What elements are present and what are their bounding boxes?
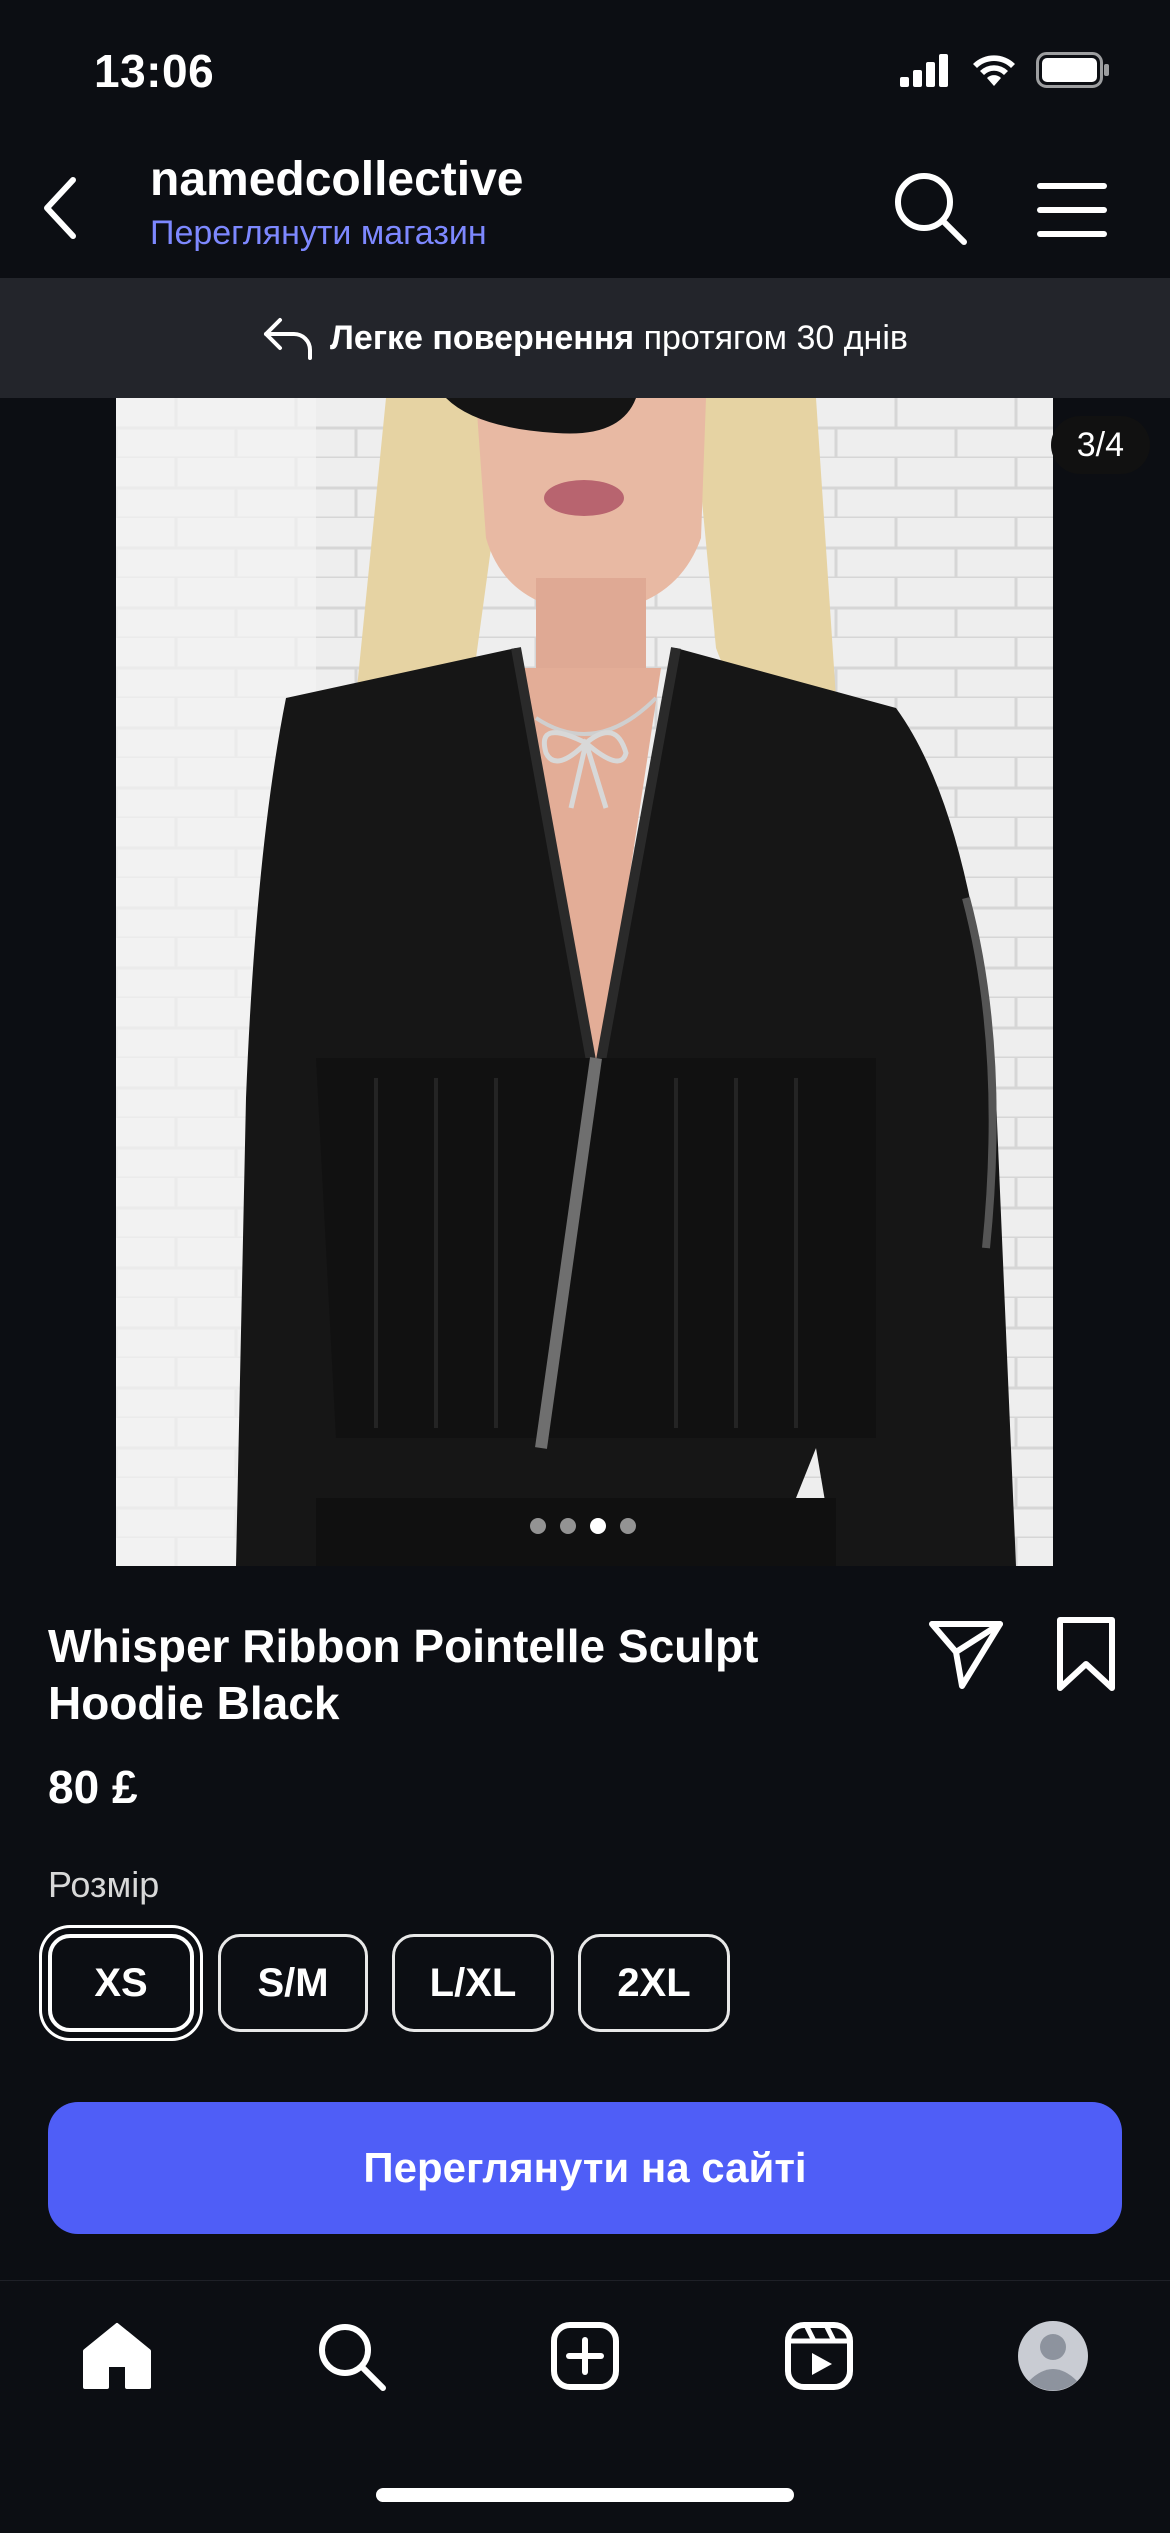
size-option-xs[interactable]: XS [48,1934,194,2032]
search-button[interactable] [890,168,970,248]
returns-banner-bold: Легке повернення [330,318,635,357]
product-price: 80 £ [48,1761,138,1813]
nav-create[interactable] [545,2316,625,2396]
menu-button[interactable] [1032,172,1112,248]
home-indicator[interactable] [376,2488,794,2502]
status-time: 13:06 [94,45,215,97]
view-shop-link[interactable]: Переглянути магазин [150,214,487,253]
nav-search[interactable] [311,2316,391,2396]
product-photo [116,398,1053,1566]
returns-banner-rest: протягом 30 днів [643,318,908,357]
shop-name[interactable]: namedcollective [150,152,524,207]
search-icon [319,2324,386,2391]
nav-reels[interactable] [779,2316,859,2396]
nav-profile[interactable] [1013,2316,1093,2396]
view-on-site-button[interactable]: Переглянути на сайті [48,2102,1122,2234]
search-icon [895,173,967,245]
send-icon [929,1621,1003,1689]
share-button[interactable] [928,1616,1004,1692]
home-icon [83,2323,151,2389]
size-option-lxl[interactable]: L/XL [392,1934,554,2032]
profile-icon [1018,2321,1088,2391]
wifi-icon [973,55,1015,86]
gallery-dot[interactable] [560,1518,576,1534]
gallery-dots[interactable] [530,1518,636,1534]
signal-icon [900,54,948,87]
product-image[interactable] [116,398,1053,1566]
status-icons [898,52,1110,88]
product-title: Whisper Ribbon Pointelle Sculpt Hoodie B… [48,1620,759,1729]
nav-home[interactable] [77,2316,157,2396]
back-button[interactable] [26,168,96,248]
size-option-2xl[interactable]: 2XL [578,1934,730,2032]
save-button[interactable] [1052,1614,1120,1694]
image-counter: 3/4 [1050,416,1150,474]
return-arrow-icon [264,318,313,360]
menu-icon [1037,183,1107,237]
battery-icon [1036,52,1109,88]
size-option-sm[interactable]: S/M [218,1934,368,2032]
returns-banner[interactable]: Легке повернення протягом 30 днів [0,278,1170,398]
size-label: Розмір [48,1864,160,1905]
gallery-dot-active[interactable] [590,1518,606,1534]
gallery-dot[interactable] [530,1518,546,1534]
size-options: XS S/M L/XL 2XL [48,1934,730,2032]
returns-banner-text: Легке повернення протягом 30 днів [330,319,908,358]
reels-icon [785,2322,853,2390]
gallery-dot[interactable] [620,1518,636,1534]
bookmark-icon [1057,1617,1115,1691]
add-icon [551,2322,619,2390]
chevron-left-icon [44,177,76,239]
